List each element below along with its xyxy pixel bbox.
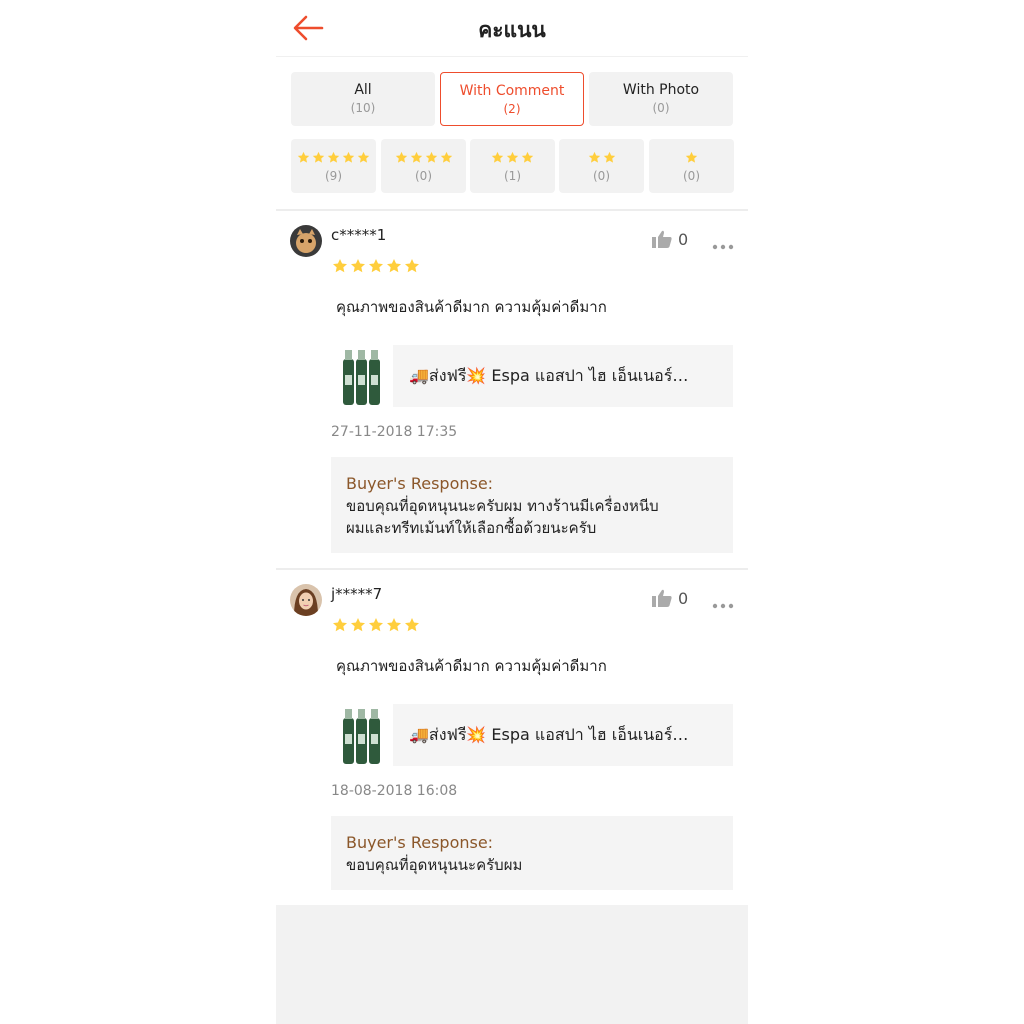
review-item: c*****1 0 คุณภาพของสินค้าดีมาก ความคุ้มค…: [276, 211, 748, 568]
star-row: [649, 149, 734, 163]
star-icon: [603, 149, 616, 163]
like-count: 0: [678, 230, 689, 249]
star-icon: [327, 149, 340, 163]
star-icon: [332, 617, 348, 633]
star-icon: [297, 149, 310, 163]
page-title: คะแนน: [478, 18, 546, 42]
star-icon: [350, 258, 366, 274]
response-label: Buyer's Response:: [346, 833, 494, 852]
tab-2-stars[interactable]: (0): [559, 139, 644, 193]
thumbs-up-icon: [652, 589, 672, 607]
star-icon: [395, 149, 408, 163]
star-row: [470, 149, 555, 163]
product-thumbnail: [331, 704, 393, 766]
star-icon: [685, 149, 698, 163]
tab-count: (0): [593, 169, 610, 183]
review-rating: [332, 258, 420, 274]
star-icon: [342, 149, 355, 163]
star-icon: [410, 149, 423, 163]
review-comment: คุณภาพของสินค้าดีมาก ความคุ้มค่าดีมาก: [336, 657, 607, 675]
thumbs-up-icon: [652, 230, 672, 248]
star-icon: [491, 149, 504, 163]
reviewer-username: c*****1: [331, 226, 387, 244]
tab-label: With Photo: [622, 82, 700, 98]
star-row: [291, 149, 376, 163]
response-text: ขอบคุณที่อุดหนุนนะครับผม ทางร้านมีเครื่อ…: [346, 497, 659, 537]
tab-count: (0): [683, 169, 700, 183]
tab-count: (9): [325, 169, 342, 183]
star-icon: [350, 617, 366, 633]
empty-area: [276, 905, 748, 1024]
tab-4-stars[interactable]: (0): [381, 139, 466, 193]
seller-response: Buyer's Response: ขอบคุณที่อุดหนุนนะครับ…: [331, 457, 733, 553]
review-comment: คุณภาพของสินค้าดีมาก ความคุ้มค่าดีมาก: [336, 298, 607, 316]
star-icon: [521, 149, 534, 163]
star-icon: [404, 258, 420, 274]
like-button[interactable]: 0: [652, 589, 692, 609]
tab-count: (1): [504, 169, 521, 183]
tab-count: (2): [503, 102, 521, 116]
reviewer-username: j*****7: [331, 585, 383, 603]
avatar[interactable]: [290, 584, 322, 616]
avatar[interactable]: [290, 225, 322, 257]
app-header: คะแนน: [276, 0, 748, 57]
star-icon: [386, 617, 402, 633]
response-label: Buyer's Response:: [346, 474, 494, 493]
star-icon: [312, 149, 325, 163]
review-date: 18-08-2018 16:08: [331, 783, 458, 799]
more-options-button[interactable]: [712, 235, 734, 250]
product-card[interactable]: 🚚ส่งฟรี💥 Espa แอสปา ไฮ เอ็นเนอร์…: [331, 704, 733, 766]
star-icon: [357, 149, 370, 163]
tab-label: All: [354, 82, 372, 98]
tab-5-stars[interactable]: (9): [291, 139, 376, 193]
tab-with-photo[interactable]: With Photo (0): [589, 72, 733, 126]
tab-label: With Comment: [459, 83, 565, 99]
more-dots-icon: [712, 244, 734, 250]
tab-1-star[interactable]: (0): [649, 139, 734, 193]
more-dots-icon: [712, 603, 734, 609]
tab-all[interactable]: All (10): [291, 72, 435, 126]
like-button[interactable]: 0: [652, 230, 692, 250]
ratings-screen: คะแนน All (10) With Comment (2) With Pho…: [276, 0, 748, 1024]
star-icon: [332, 258, 348, 274]
star-icon: [440, 149, 453, 163]
product-thumbnail: [331, 345, 393, 407]
star-icon: [368, 617, 384, 633]
review-date: 27-11-2018 17:35: [331, 424, 458, 440]
star-icon: [368, 258, 384, 274]
product-title: 🚚ส่งฟรี💥 Espa แอสปา ไฮ เอ็นเนอร์…: [409, 725, 689, 744]
tab-with-comment[interactable]: With Comment (2): [440, 72, 584, 126]
review-item: j*****7 0 คุณภาพของสินค้าดีมาก ความคุ้มค…: [276, 570, 748, 905]
product-title: 🚚ส่งฟรี💥 Espa แอสปา ไฮ เอ็นเนอร์…: [409, 366, 689, 385]
tab-3-stars[interactable]: (1): [470, 139, 555, 193]
star-icon: [425, 149, 438, 163]
like-count: 0: [678, 589, 689, 608]
star-icon: [386, 258, 402, 274]
product-card[interactable]: 🚚ส่งฟรี💥 Espa แอสปา ไฮ เอ็นเนอร์…: [331, 345, 733, 407]
response-text: ขอบคุณที่อุดหนุนนะครับผม: [346, 856, 523, 874]
star-icon: [506, 149, 519, 163]
tab-count: (10): [350, 101, 376, 115]
star-icon: [588, 149, 601, 163]
star-row: [381, 149, 466, 163]
star-row: [559, 149, 644, 163]
review-rating: [332, 617, 420, 633]
seller-response: Buyer's Response: ขอบคุณที่อุดหนุนนะครับ…: [331, 816, 733, 890]
star-icon: [404, 617, 420, 633]
more-options-button[interactable]: [712, 594, 734, 609]
tab-count: (0): [652, 101, 670, 115]
tab-count: (0): [415, 169, 432, 183]
